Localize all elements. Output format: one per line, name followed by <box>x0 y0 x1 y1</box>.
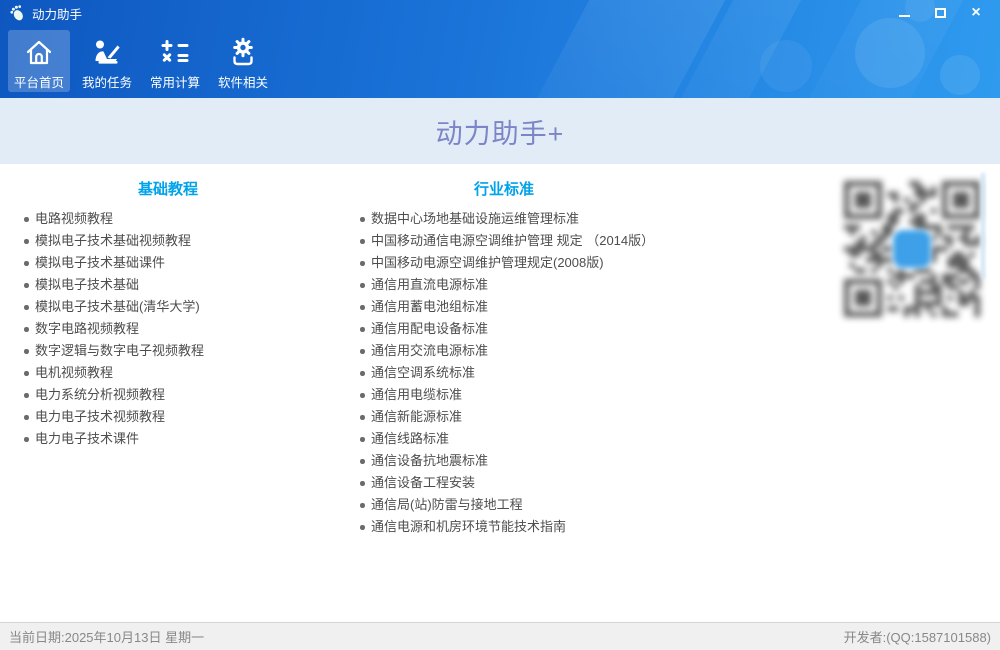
list-item[interactable]: 模拟电子技术基础 <box>0 274 336 296</box>
list-item[interactable]: 通信新能源标准 <box>336 406 672 428</box>
toolbar-item-label: 我的任务 <box>82 72 132 91</box>
window-controls: × <box>896 5 990 21</box>
toolbar-item-label: 常用计算 <box>150 72 200 91</box>
list-item[interactable]: 通信空调系统标准 <box>336 362 672 384</box>
list-item[interactable]: 数字逻辑与数字电子视频教程 <box>0 340 336 362</box>
qr-center-logo <box>893 230 931 268</box>
my-tasks-icon <box>90 37 124 69</box>
calculator-icon <box>158 37 192 69</box>
list-item[interactable]: 数据中心场地基础设施运维管理标准 <box>336 208 672 230</box>
maximize-button[interactable] <box>932 5 948 21</box>
list-item[interactable]: 数字电路视频教程 <box>0 318 336 340</box>
list-item[interactable]: 通信局(站)防雷与接地工程 <box>336 494 672 516</box>
section-industry-standards: 行业标准 数据中心场地基础设施运维管理标准 中国移动通信电源空调维护管理 规定 … <box>336 164 672 538</box>
list-item[interactable]: 通信用电缆标准 <box>336 384 672 406</box>
industry-standards-list: 数据中心场地基础设施运维管理标准 中国移动通信电源空调维护管理 规定 （2014… <box>336 208 672 538</box>
list-item[interactable]: 模拟电子技术基础课件 <box>0 252 336 274</box>
basic-tutorials-list: 电路视频教程 模拟电子技术基础视频教程 模拟电子技术基础课件 模拟电子技术基础 … <box>0 208 336 450</box>
software-gear-icon <box>226 37 260 69</box>
list-item[interactable]: 通信线路标准 <box>336 428 672 450</box>
current-date-label: 当前日期:2025年10月13日 星期一 <box>9 627 204 646</box>
section-basic-tutorials: 基础教程 电路视频教程 模拟电子技术基础视频教程 模拟电子技术基础课件 模拟电子… <box>0 164 336 450</box>
list-item[interactable]: 通信设备抗地震标准 <box>336 450 672 472</box>
toolbar-item-home[interactable]: 平台首页 <box>8 30 70 92</box>
banner-title: 动力助手+ <box>436 112 565 151</box>
list-item[interactable]: 通信用直流电源标准 <box>336 274 672 296</box>
list-item[interactable]: 中国移动通信电源空调维护管理 规定 （2014版） <box>336 230 672 252</box>
toolbar: 平台首页 我的任务 <box>0 26 1000 92</box>
list-item[interactable]: 通信设备工程安装 <box>336 472 672 494</box>
list-item[interactable]: 通信用蓄电池组标准 <box>336 296 672 318</box>
blue-header: 动力助手 × 平台首页 <box>0 0 1000 98</box>
main-content: 基础教程 电路视频教程 模拟电子技术基础视频教程 模拟电子技术基础课件 模拟电子… <box>0 164 1000 622</box>
list-item[interactable]: 电机视频教程 <box>0 362 336 384</box>
list-item[interactable]: 电路视频教程 <box>0 208 336 230</box>
list-item[interactable]: 电力系统分析视频教程 <box>0 384 336 406</box>
minimize-icon <box>899 15 910 17</box>
app-logo-footprint-icon <box>8 4 26 22</box>
list-item[interactable]: 通信电源和机房环境节能技术指南 <box>336 516 672 538</box>
minimize-button[interactable] <box>896 5 912 21</box>
titlebar: 动力助手 × <box>0 0 1000 26</box>
maximize-icon <box>935 8 946 18</box>
toolbar-item-software[interactable]: 软件相关 <box>212 30 274 92</box>
toolbar-item-calculations[interactable]: 常用计算 <box>144 30 206 92</box>
developer-label: 开发者:(QQ:1587101588) <box>844 627 991 646</box>
toolbar-item-label: 平台首页 <box>14 72 64 91</box>
banner: 动力助手+ <box>0 98 1000 164</box>
list-item[interactable]: 中国移动电源空调维护管理规定(2008版) <box>336 252 672 274</box>
home-icon <box>22 37 56 69</box>
list-item[interactable]: 电力电子技术课件 <box>0 428 336 450</box>
toolbar-item-my-tasks[interactable]: 我的任务 <box>76 30 138 92</box>
list-item[interactable]: 通信用交流电源标准 <box>336 340 672 362</box>
section-title: 行业标准 <box>336 178 672 199</box>
app-window: 动力助手 × 平台首页 <box>0 0 1000 650</box>
close-icon: × <box>971 6 980 20</box>
list-item[interactable]: 通信用配电设备标准 <box>336 318 672 340</box>
list-item[interactable]: 模拟电子技术基础视频教程 <box>0 230 336 252</box>
list-item[interactable]: 模拟电子技术基础(清华大学) <box>0 296 336 318</box>
section-title: 基础教程 <box>0 178 336 199</box>
toolbar-item-label: 软件相关 <box>218 72 268 91</box>
list-item[interactable]: 电力电子技术视频教程 <box>0 406 336 428</box>
statusbar: 当前日期:2025年10月13日 星期一 开发者:(QQ:1587101588) <box>0 622 1000 650</box>
close-button[interactable]: × <box>968 5 984 21</box>
window-title: 动力助手 <box>32 4 82 23</box>
qr-code-image <box>836 173 988 345</box>
